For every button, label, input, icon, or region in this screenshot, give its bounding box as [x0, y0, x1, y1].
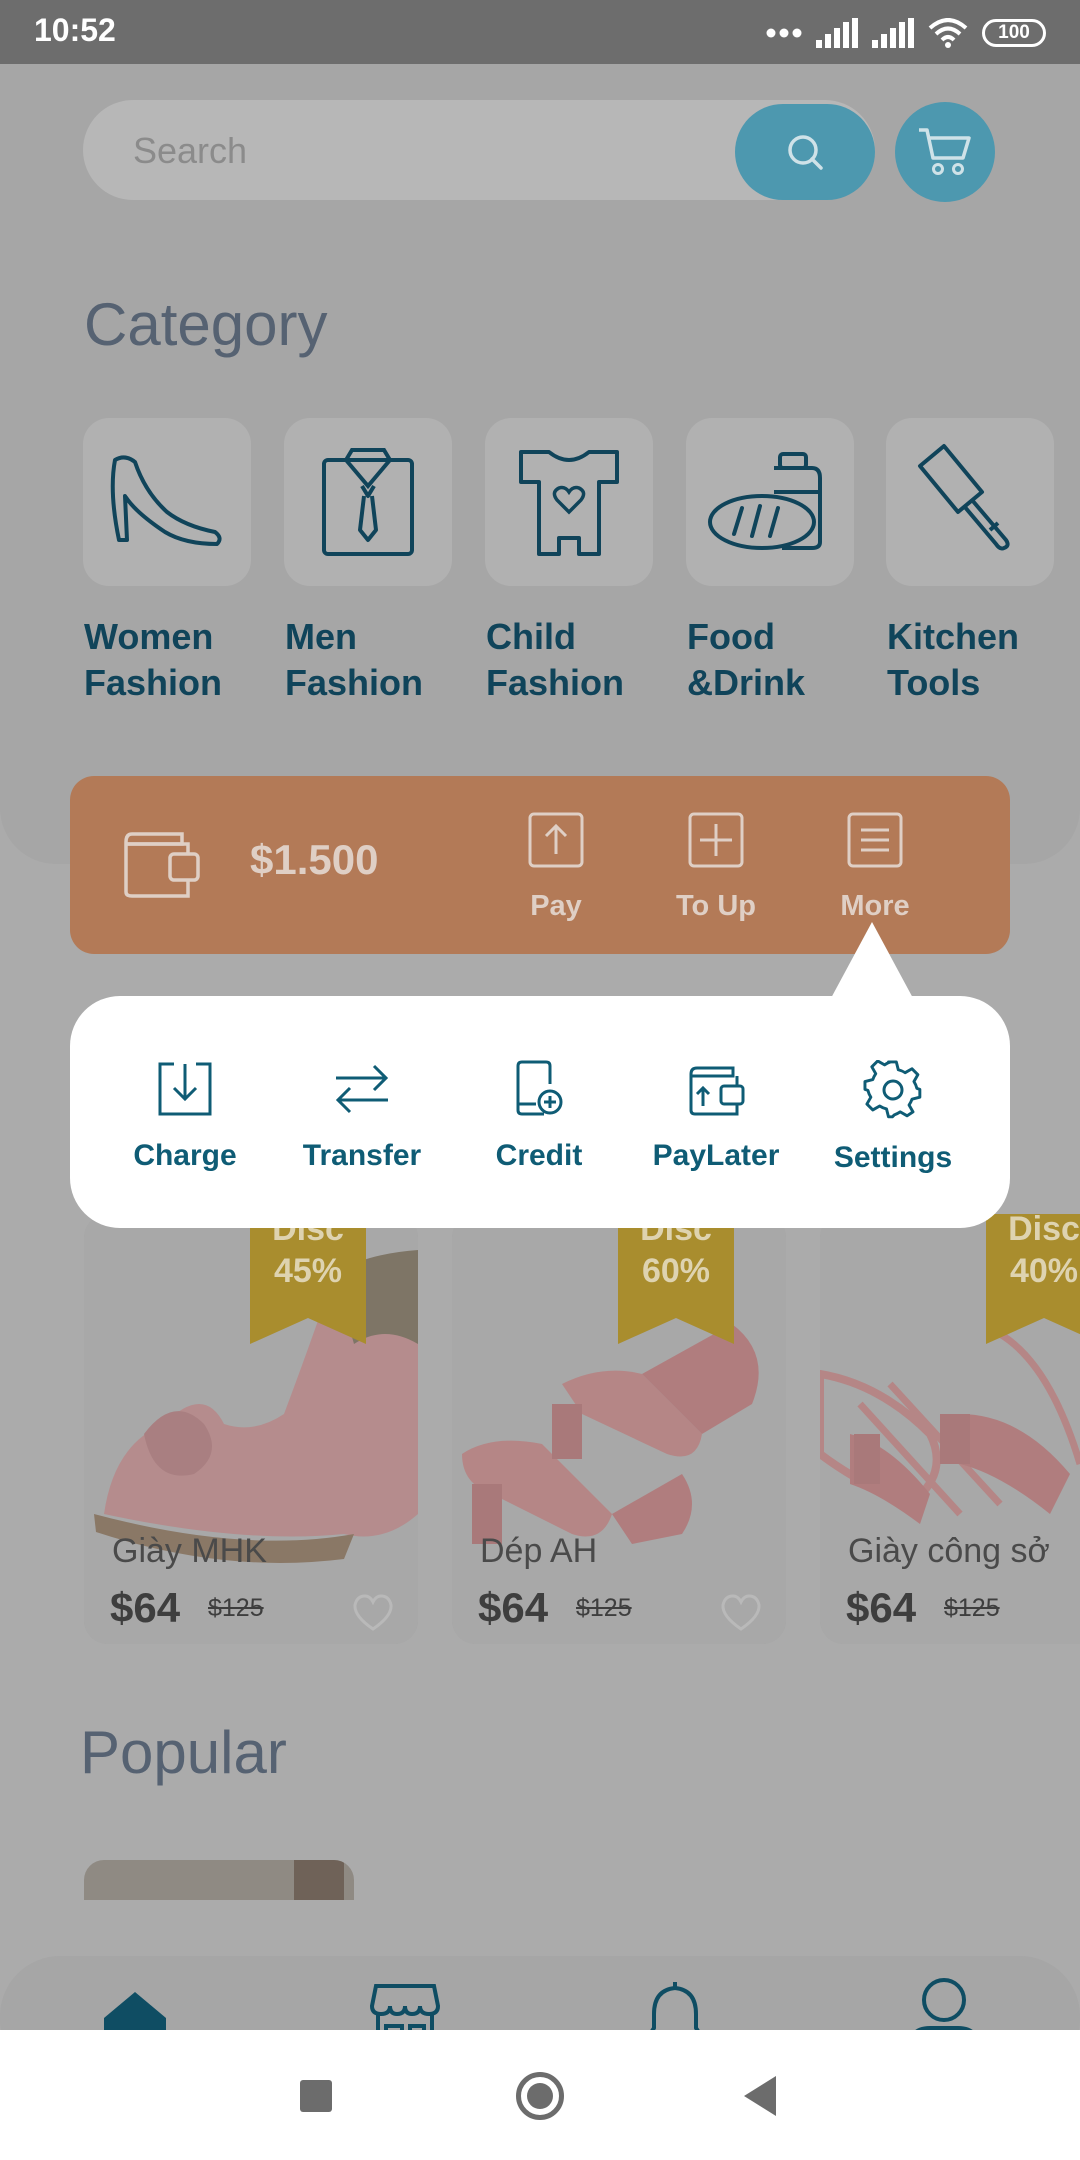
- wallet-icon: [689, 1066, 745, 1116]
- category-label: Food &Drink: [687, 616, 806, 703]
- product-price: $64: [110, 1584, 181, 1631]
- cart-icon: [919, 128, 971, 175]
- signal-icon: [816, 18, 858, 48]
- arrows-swap-icon: [335, 1064, 389, 1114]
- category-label: Kitchen Tools: [887, 616, 1020, 703]
- wallet-icon: [124, 832, 200, 898]
- product-name: Dép AH: [480, 1532, 598, 1570]
- gear-icon: [863, 1059, 922, 1119]
- wifi-icon: [928, 18, 968, 48]
- status-time: 10:52: [34, 12, 116, 48]
- signal-icon: [872, 18, 914, 48]
- home-button[interactable]: [516, 2072, 564, 2120]
- credit-label: Credit: [495, 1139, 583, 1172]
- plus-square-icon: [688, 812, 744, 868]
- discount-value: 45%: [273, 1252, 343, 1290]
- high-heel-icon: [110, 455, 222, 546]
- product-card[interactable]: Disc 40% Giày công sở $64 $125: [820, 1214, 1080, 1644]
- category-women-fashion[interactable]: [83, 418, 251, 586]
- charge-label: Charge: [133, 1139, 237, 1172]
- cart-button[interactable]: [895, 102, 995, 202]
- category-kitchen-tools[interactable]: [886, 418, 1054, 586]
- system-navigation-bar: [0, 2030, 1080, 2160]
- product-old-price: $125: [208, 1594, 264, 1622]
- pay-label: Pay: [530, 890, 582, 922]
- cleaver-icon: [918, 444, 1010, 551]
- recents-button[interactable]: [300, 2080, 332, 2112]
- product-old-price: $125: [944, 1594, 1000, 1622]
- product-name: Giày công sở: [848, 1532, 1050, 1570]
- status-bar: 10:52 100: [0, 0, 1080, 64]
- top-up-label: To Up: [676, 890, 756, 922]
- wallet-balance: $1.500: [250, 836, 379, 883]
- product-card[interactable]: Disc 60% Dép AH $64 $125: [452, 1214, 786, 1644]
- popular-item-preview[interactable]: [84, 1860, 354, 1900]
- product-price: $64: [846, 1584, 917, 1631]
- shirt-tie-icon: [322, 448, 414, 556]
- more-button[interactable]: More: [805, 812, 945, 932]
- settings-button[interactable]: Settings: [808, 1059, 978, 1175]
- back-button[interactable]: [744, 2076, 776, 2116]
- discount-ribbon: Disc 60%: [618, 1214, 734, 1344]
- settings-label: Settings: [833, 1141, 953, 1174]
- discount-label: Disc: [1008, 1214, 1080, 1248]
- transfer-label: Transfer: [302, 1139, 422, 1172]
- category-label: Child Fashion: [486, 616, 625, 703]
- popular-title: Popular: [80, 1719, 287, 1786]
- discount-ribbon: Disc 40%: [986, 1214, 1080, 1344]
- bread-bottle-icon: [708, 452, 822, 550]
- heart-icon[interactable]: [720, 1594, 762, 1632]
- more-menu-popup: Charge Transfer Credit PayLater Settings: [70, 996, 1010, 1228]
- more-label: More: [840, 890, 910, 922]
- product-name: Giày MHK: [112, 1532, 267, 1570]
- search-input[interactable]: Search: [133, 130, 247, 172]
- charge-button[interactable]: Charge: [100, 1060, 270, 1173]
- battery-indicator: 100: [982, 19, 1046, 47]
- menu-icon: [847, 812, 903, 868]
- pay-button[interactable]: Pay: [486, 812, 626, 932]
- credit-button[interactable]: Credit: [454, 1060, 624, 1173]
- category-men-fashion[interactable]: [284, 418, 452, 586]
- top-up-button[interactable]: To Up: [646, 812, 786, 932]
- discount-value: 40%: [1009, 1252, 1079, 1290]
- battery-level: 100: [998, 22, 1030, 43]
- more-dots-icon: [766, 28, 802, 38]
- discount-ribbon: Disc 45%: [250, 1214, 366, 1344]
- paylater-button[interactable]: PayLater: [631, 1060, 801, 1173]
- category-food-drink[interactable]: [686, 418, 854, 586]
- category-title: Category: [84, 291, 328, 358]
- popup-pointer: [830, 922, 914, 1000]
- product-old-price: $125: [576, 1594, 632, 1622]
- category-label: Women Fashion: [84, 616, 223, 703]
- upload-icon: [528, 812, 584, 868]
- download-icon: [158, 1062, 212, 1116]
- search-icon: [788, 135, 823, 170]
- transfer-button[interactable]: Transfer: [277, 1060, 447, 1173]
- phone-plus-icon: [516, 1060, 563, 1116]
- baby-onesie-icon: [519, 450, 619, 556]
- status-icons: 100: [766, 16, 1046, 50]
- category-label: Men Fashion: [285, 616, 424, 703]
- heart-icon[interactable]: [352, 1594, 394, 1632]
- product-price: $64: [478, 1584, 549, 1631]
- product-card[interactable]: Disc 45% Giày MHK $64 $125: [84, 1214, 418, 1644]
- search-button[interactable]: [735, 104, 875, 200]
- paylater-label: PayLater: [652, 1139, 780, 1172]
- discount-value: 60%: [641, 1252, 711, 1290]
- category-child-fashion[interactable]: [485, 418, 653, 586]
